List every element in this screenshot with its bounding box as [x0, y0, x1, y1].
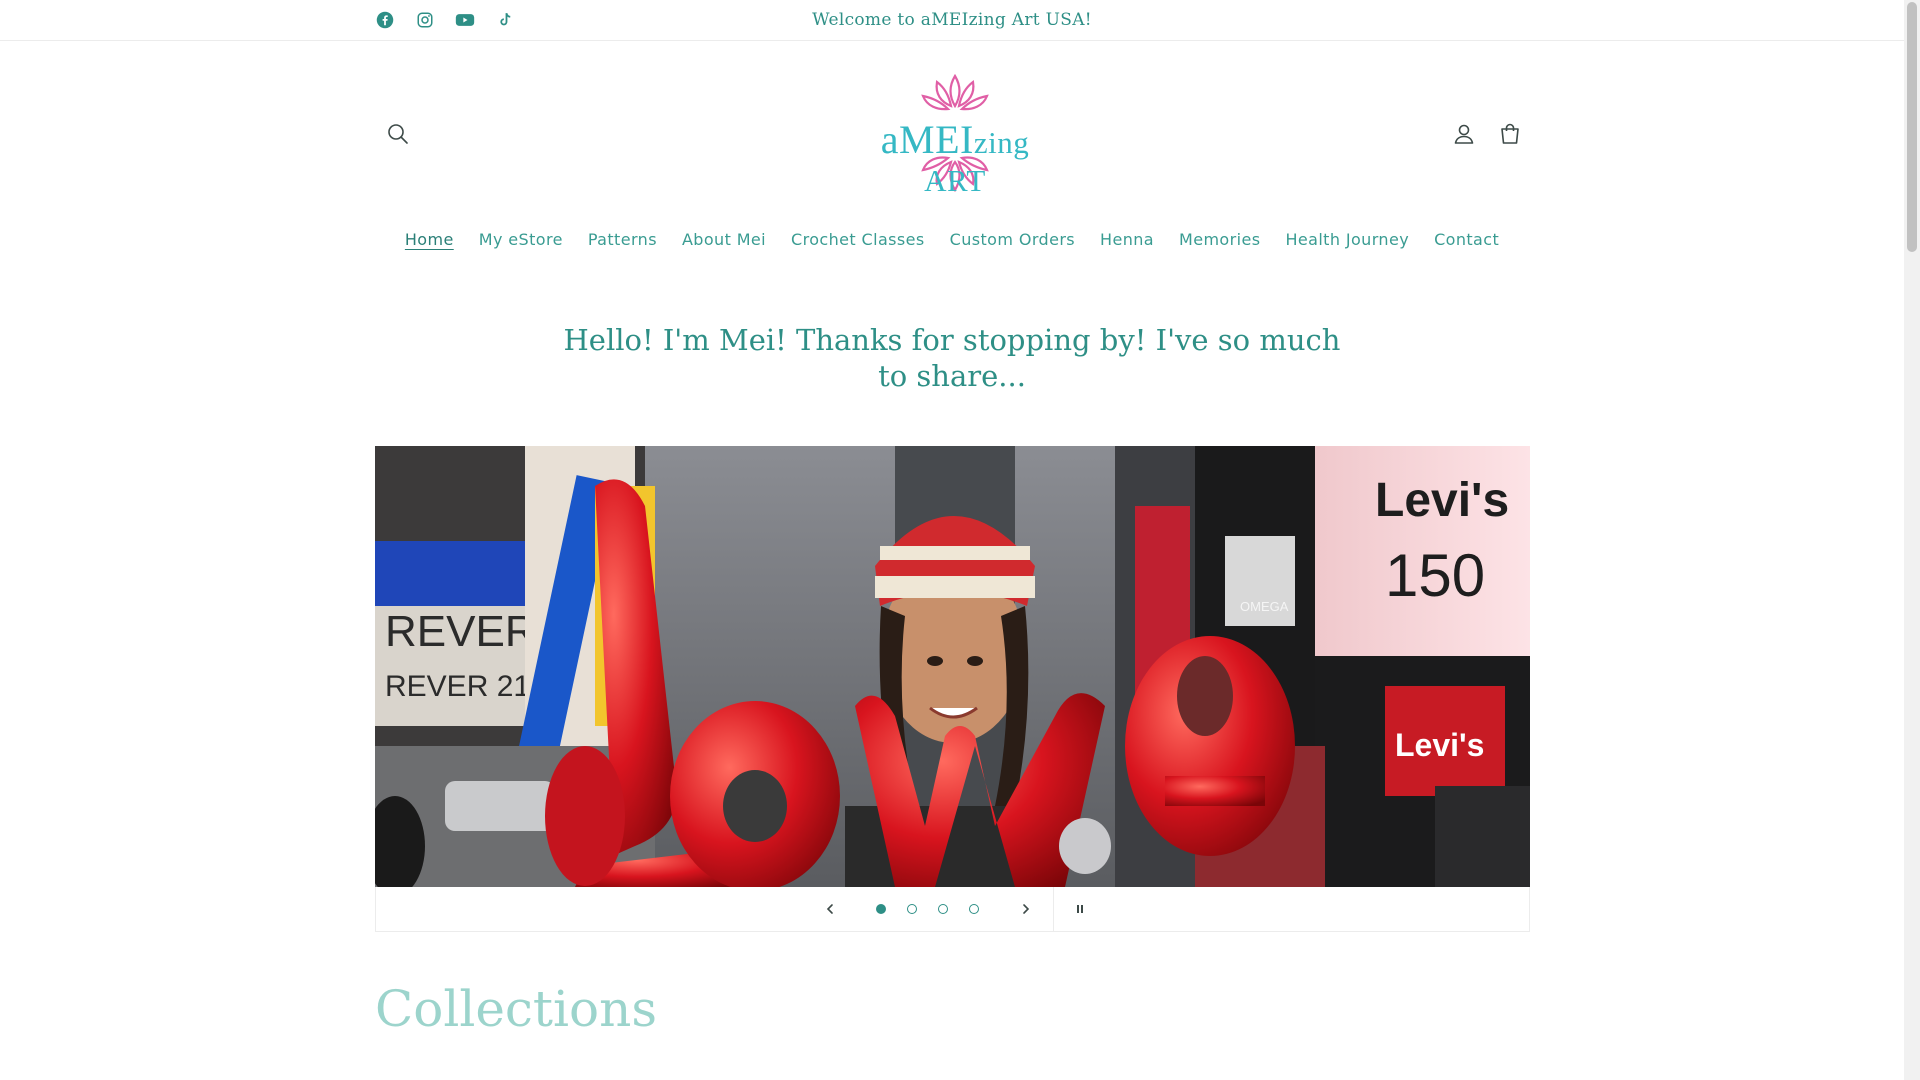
- next-slide-button[interactable]: [1014, 897, 1038, 921]
- nav-item-henna[interactable]: Henna: [1088, 230, 1167, 249]
- nav-item-patterns[interactable]: Patterns: [575, 230, 669, 249]
- slideshow-controls: [375, 887, 1530, 932]
- slide-dot-2[interactable]: [907, 904, 917, 914]
- cart-icon[interactable]: [1494, 118, 1526, 150]
- announcement-bar: Welcome to aMEIzing Art USA!: [0, 0, 1904, 41]
- nav-item-custom-orders[interactable]: Custom Orders: [937, 230, 1087, 249]
- search-icon[interactable]: [382, 118, 414, 150]
- announcement-text: Welcome to aMEIzing Art USA!: [812, 10, 1092, 30]
- logo-text-suffix: ART: [924, 163, 986, 198]
- nav-item-my-estore[interactable]: My eStore: [466, 230, 575, 249]
- svg-text:REVER: REVER: [385, 607, 537, 656]
- page-scrollbar[interactable]: [1904, 0, 1920, 1080]
- logo-text-middle: zing: [973, 125, 1030, 160]
- controls-divider: [1053, 887, 1054, 931]
- svg-text:Levi's: Levi's: [1395, 727, 1484, 763]
- chevron-right-icon: [1023, 904, 1030, 914]
- main-nav: Home My eStore Patterns About Mei Croche…: [0, 230, 1904, 249]
- slide-dot-3[interactable]: [938, 904, 948, 914]
- nav-item-about-mei[interactable]: About Mei: [669, 230, 778, 249]
- nav-item-health-journey[interactable]: Health Journey: [1273, 230, 1422, 249]
- logo-text-prefix: aMEI: [880, 117, 974, 162]
- slideshow-image: REVER REVER 21 OMEGA Levi's 150 Levi's: [375, 446, 1530, 887]
- nav-item-crochet-classes[interactable]: Crochet Classes: [779, 230, 938, 249]
- svg-text:OMEGA: OMEGA: [1240, 599, 1289, 614]
- scrollbar-thumb[interactable]: [1907, 2, 1917, 252]
- svg-text:REVER 21: REVER 21: [385, 670, 530, 703]
- logo-wordmark: aMEIzing ART: [855, 116, 1055, 199]
- account-icon[interactable]: [1448, 118, 1480, 150]
- collections-heading: Collections: [375, 980, 657, 1038]
- nav-item-contact[interactable]: Contact: [1422, 230, 1512, 249]
- nav-item-home[interactable]: Home: [392, 230, 466, 249]
- site-logo[interactable]: aMEIzing ART: [855, 72, 1055, 198]
- slide-dot-4[interactable]: [969, 904, 979, 914]
- times-square-photo: REVER REVER 21 OMEGA Levi's 150 Levi's: [375, 446, 1530, 887]
- pause-slideshow-button[interactable]: [1068, 897, 1092, 921]
- previous-slide-button[interactable]: [818, 897, 842, 921]
- chevron-left-icon: [826, 904, 833, 914]
- nav-item-memories[interactable]: Memories: [1167, 230, 1273, 249]
- svg-text:Levi's: Levi's: [1375, 474, 1509, 527]
- pause-icon: [1077, 905, 1083, 913]
- hero-heading: Hello! I'm Mei! Thanks for stopping by! …: [563, 323, 1341, 393]
- svg-text:150: 150: [1385, 542, 1485, 609]
- slide-dot-1[interactable]: [876, 904, 886, 914]
